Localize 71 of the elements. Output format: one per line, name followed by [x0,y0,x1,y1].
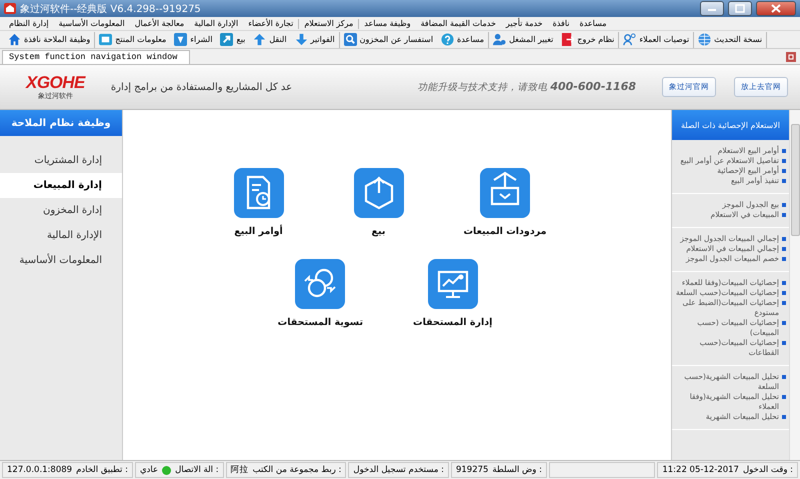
scrollbar[interactable] [789,110,800,460]
toolbar-button[interactable]: بيع [216,32,250,48]
home-icon [8,33,21,46]
toolbar-button[interactable]: نظام خروج [557,32,618,48]
sidebar-title: وظيفة نظام الملاحة [0,110,122,136]
status-label: مستخدم تسجيل الدخول : [353,465,444,475]
close-button[interactable] [756,1,796,16]
slogan: عد كل المشاريع والمستفادة من برامج إدارة [110,82,292,92]
close-tab-icon[interactable] [786,52,796,62]
sidebar-item[interactable]: إدارة المبيعات [0,173,122,198]
status-label: ربط مجموعة من الكتب : [252,465,342,475]
function-tile[interactable]: بيع [344,168,414,237]
menu-item[interactable]: نافذة [548,19,575,28]
tab[interactable]: System function navigation window [2,50,190,64]
toolbar-button[interactable]: تغيير المشغل [489,32,558,48]
menu-item[interactable]: مركز الاستعلام [299,19,358,28]
toolbar-button[interactable]: معلومات المنتج [95,32,170,48]
up-arrow-icon [253,33,266,46]
box-icon [480,168,530,218]
status-value: 127.0.0.1:8089 [7,465,72,475]
help-icon [441,33,454,46]
function-tile[interactable]: إدارة المستحقات [413,259,492,328]
menu-item[interactable]: خدمات القيمة المضافة [416,19,501,28]
logo: XGOHE [26,74,85,90]
toolbar-button[interactable]: النقل [249,32,291,48]
status-label: وقت الدخول : [742,465,793,475]
sidebar-item[interactable]: المعلومات الأساسية [0,248,122,273]
menu-item[interactable]: خدمة تأجير [500,19,548,28]
status-label: وض السلطة : [492,465,542,475]
sidebar-item[interactable]: الإدارة المالية [0,223,122,248]
app-logo-icon [4,3,16,14]
status-label: تطبيق الخادم : [76,465,128,475]
window-title: 象过河软件--经典版 V6.4.298--919275 [20,2,201,16]
status-value: 919275 [456,465,488,475]
box-icon [354,168,404,218]
status-value: 阿拉 [230,464,249,476]
menu-item[interactable]: مساعدة [574,19,612,28]
menu-item[interactable]: الإدارة المالية [189,19,244,28]
status-value: عادي [140,465,158,475]
status-label: الة الاتصال : [175,465,219,475]
status-value: 11:22 05-12-2017 [662,465,739,475]
menu-item[interactable]: معالجة الأعمال [130,19,190,28]
maximize-button[interactable] [728,1,752,16]
search-icon [344,33,357,46]
toolbar-button[interactable]: الفواتير [290,32,339,48]
monitor-icon [428,259,478,309]
function-tile[interactable]: مردودات المبيعات [464,168,546,237]
menu-item[interactable]: وظيفة مساعد [359,19,416,28]
toolbar-button[interactable]: مساعدة [437,32,488,48]
document-icon [234,168,284,218]
function-tile[interactable]: أوامر البيع [224,168,294,237]
support-text: 功能升级与技术支持，请致电 400-600-1168 [417,80,636,94]
minimize-button[interactable] [700,1,724,16]
exit-icon [561,33,574,46]
users-icon [493,33,506,46]
toolbar-button[interactable]: وظيفة الملاحة نافذة [4,32,94,48]
down-arrow-icon [294,33,308,46]
toolbar-button[interactable]: توصيات العملاء [619,32,694,48]
toolbar-button[interactable]: نسخة التحديث [694,32,766,48]
sidebar-item[interactable]: إدارة المشتريات [0,148,122,173]
function-tile[interactable]: تسوية المستحقات [278,259,364,328]
sidebar-item[interactable]: إدارة المخزون [0,198,122,223]
toolbar-button[interactable]: الشراء [170,32,216,48]
globe-icon [698,33,712,46]
toolbar-button[interactable]: استفسار عن المخزون [340,32,438,48]
menu-item[interactable]: المعلومات الأساسية [54,19,130,28]
menu-item[interactable]: تجارة الأعضاء [243,19,298,28]
coins-icon [295,259,346,309]
person-icon [623,33,636,46]
panel-title: الاستعلام الإحصائية ذات الصلة [672,110,789,140]
menu-item[interactable]: إدارة النظام [4,19,54,28]
